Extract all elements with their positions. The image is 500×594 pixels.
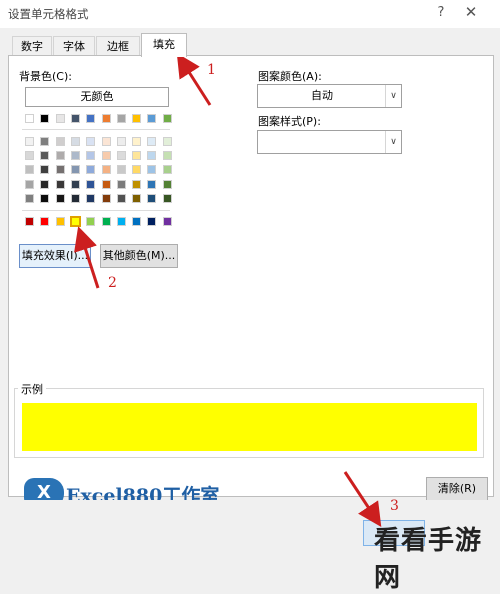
annotation-label-3: 3: [390, 498, 399, 514]
arrow-2: [74, 226, 100, 289]
arrow-1: [176, 52, 212, 106]
tab-fill[interactable]: 填充: [141, 33, 187, 57]
annotation-arrows: [74, 52, 382, 528]
arrow-3: [343, 471, 382, 528]
annotation-label-2: 2: [108, 275, 117, 291]
annotation-label-1: 1: [207, 62, 216, 78]
